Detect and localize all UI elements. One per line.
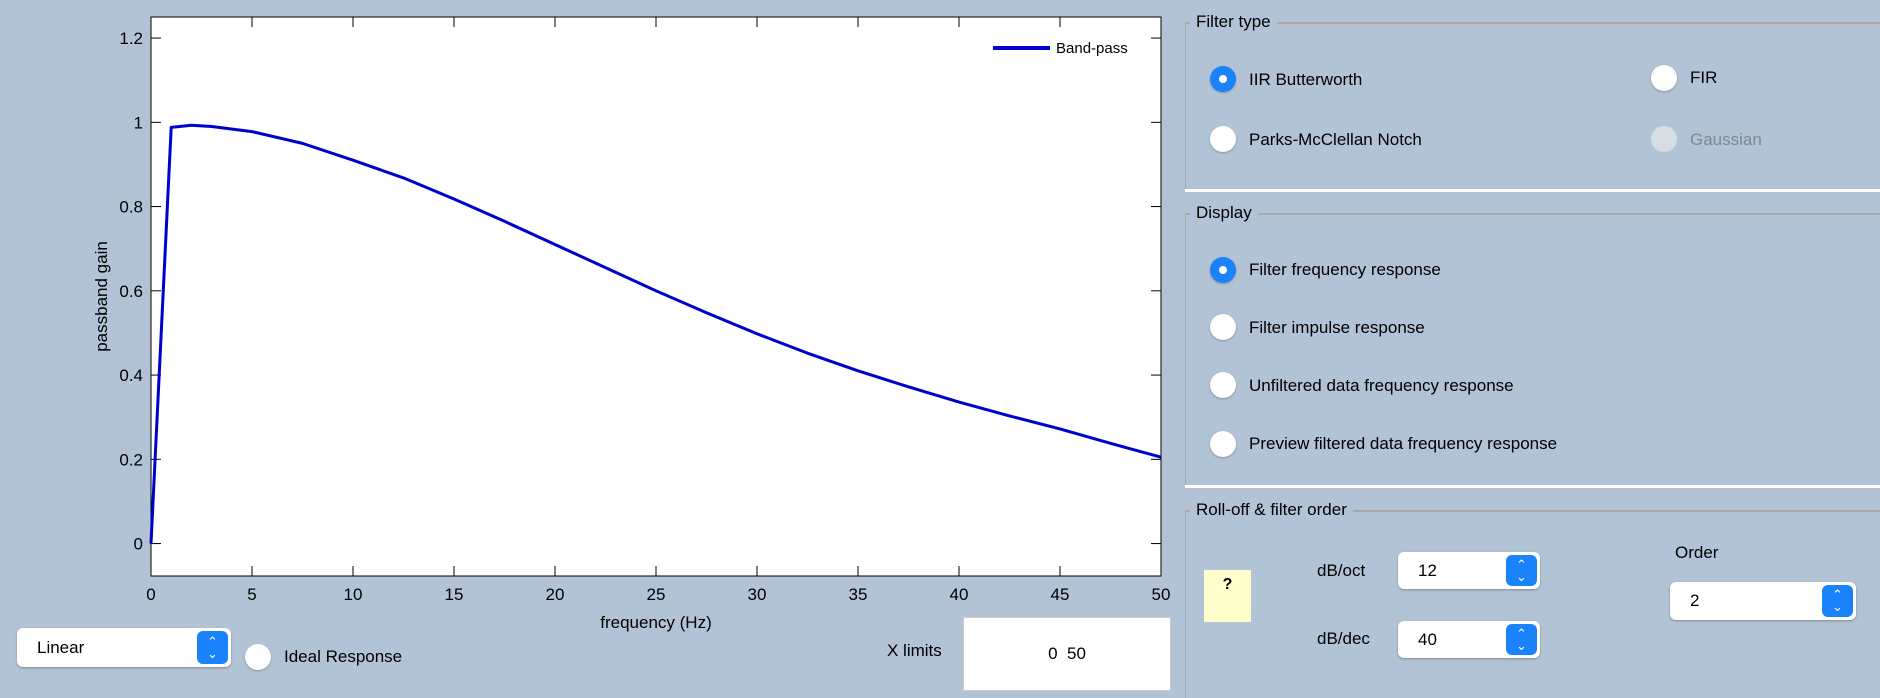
- dboct-select[interactable]: 12 ⌃ ⌄: [1398, 552, 1540, 589]
- xlimits-label: X limits: [887, 641, 942, 660]
- radio-fir[interactable]: [1651, 65, 1677, 91]
- y-tick-label: 1.2: [119, 29, 143, 48]
- plot-area: [150, 16, 1162, 577]
- gaussian-label: Gaussian: [1690, 130, 1762, 149]
- preview-filtered-data-label: Preview filtered data frequency response: [1249, 434, 1558, 453]
- rolloff-title: Roll-off & filter order: [1190, 500, 1353, 520]
- divider: [1185, 189, 1880, 192]
- filter-type-group: Filter type: [1185, 12, 1880, 190]
- display-title: Display: [1190, 203, 1258, 223]
- filter-frequency-response-label: Filter frequency response: [1249, 260, 1441, 279]
- ideal-response-label: Ideal Response: [284, 647, 403, 666]
- y-tick-label: 0.6: [119, 282, 143, 301]
- frequency-response-chart: 0 5 10 15 20 25 30 35 40 45 50 0 0.2 0.4 0.6 0.8 1 1.2 fre…: [92, 16, 1171, 632]
- dboct-value: 12: [1418, 560, 1437, 580]
- radio-unfiltered-data-frequency-response[interactable]: [1210, 372, 1236, 398]
- y-tick-label: 0.8: [119, 198, 143, 217]
- radio-filter-impulse-response[interactable]: [1210, 314, 1236, 340]
- y-tick-label: 0.2: [119, 450, 143, 469]
- x-tick-label: 30: [748, 585, 767, 604]
- radio-parks-mcclellan-notch[interactable]: [1210, 126, 1236, 152]
- x-axis-label: frequency (Hz): [600, 613, 711, 632]
- radio-iir-butterworth[interactable]: [1210, 66, 1236, 92]
- x-tick-label: 15: [445, 585, 464, 604]
- chevron-updown-icon: ⌃ ⌄: [1506, 624, 1537, 655]
- parks-mcclellan-label: Parks-McClellan Notch: [1249, 130, 1422, 149]
- x-tick-label: 40: [950, 585, 969, 604]
- help-button[interactable]: ?: [1204, 570, 1251, 622]
- dboct-label: dB/oct: [1317, 561, 1366, 580]
- x-tick-label: 35: [849, 585, 868, 604]
- radio-filter-frequency-response[interactable]: [1210, 257, 1236, 283]
- divider: [1185, 485, 1880, 488]
- ideal-response-radio[interactable]: [245, 644, 271, 670]
- legend-label: Band-pass: [1056, 40, 1128, 57]
- x-tick-label: 25: [647, 585, 666, 604]
- x-tick-label: 5: [247, 585, 256, 604]
- chevron-updown-icon: ⌃ ⌄: [1822, 585, 1853, 617]
- x-tick-label: 20: [546, 585, 565, 604]
- y-tick-label: 0: [134, 535, 143, 554]
- y-axis-label: passband gain: [92, 241, 111, 352]
- scale-select-value: Linear: [37, 637, 85, 657]
- x-tick-label: 0: [146, 585, 155, 604]
- dbdec-value: 40: [1418, 629, 1437, 649]
- x-tick-label: 50: [1152, 585, 1171, 604]
- order-value: 2: [1690, 591, 1700, 610]
- dbdec-select[interactable]: 40 ⌃ ⌄: [1398, 621, 1540, 658]
- unfiltered-data-label: Unfiltered data frequency response: [1249, 376, 1514, 395]
- filter-impulse-response-label: Filter impulse response: [1249, 318, 1425, 337]
- y-tick-label: 0.4: [119, 366, 143, 385]
- filter-type-title: Filter type: [1190, 12, 1277, 32]
- radio-preview-filtered-data[interactable]: [1210, 431, 1236, 457]
- order-select[interactable]: 2 ⌃ ⌄: [1670, 582, 1856, 620]
- dbdec-label: dB/dec: [1317, 629, 1370, 648]
- radio-gaussian: [1651, 126, 1677, 152]
- chevron-updown-icon: ⌃ ⌄: [1506, 555, 1537, 586]
- fir-label: FIR: [1690, 68, 1718, 87]
- chevron-updown-icon: ⌃ ⌄: [197, 631, 228, 664]
- xlimits-input[interactable]: 0 50: [963, 617, 1171, 691]
- x-tick-label: 45: [1051, 585, 1070, 604]
- x-tick-label: 10: [344, 585, 363, 604]
- order-label: Order: [1675, 543, 1719, 562]
- y-tick-label: 1: [134, 113, 143, 132]
- iir-butterworth-label: IIR Butterworth: [1249, 70, 1363, 89]
- scale-select[interactable]: Linear ⌃ ⌄: [17, 628, 231, 667]
